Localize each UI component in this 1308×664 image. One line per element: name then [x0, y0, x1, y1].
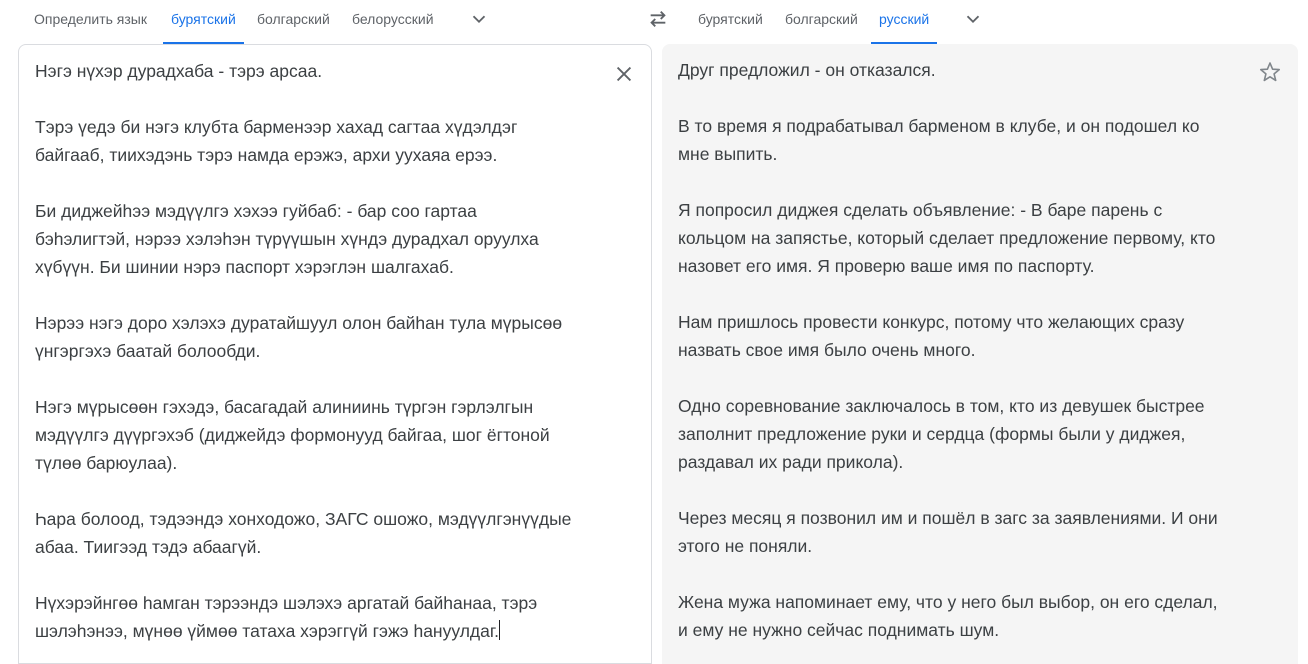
chevron-down-icon[interactable] — [468, 8, 490, 30]
close-icon[interactable] — [613, 63, 635, 85]
target-tab-russian[interactable]: русский — [871, 0, 938, 44]
swap-arrows-icon[interactable] — [646, 8, 670, 30]
source-text[interactable]: Нэгэ нүхэр дурадхаба - тэрэ арсаа. Тэрэ … — [35, 57, 571, 645]
star-icon[interactable] — [1258, 60, 1282, 84]
language-bar: Определить язык бурятский болгарский бел… — [0, 0, 1308, 44]
source-tab-bulgarian[interactable]: болгарский — [257, 0, 330, 42]
target-tab-buryat[interactable]: бурятский — [698, 0, 763, 42]
source-tab-belarusian[interactable]: белорусский — [352, 0, 434, 42]
tab-detect-language[interactable]: Определить язык — [34, 0, 147, 42]
source-text-content: Нэгэ нүхэр дурадхаба - тэрэ арсаа. Тэрэ … — [35, 61, 572, 641]
translation-panel: Друг предложил - он отказался. В то врем… — [662, 44, 1298, 664]
target-tab-bulgarian[interactable]: болгарский — [785, 0, 858, 42]
translation-text: Друг предложил - он отказался. В то врем… — [678, 60, 1218, 640]
source-text-area[interactable]: Нэгэ нүхэр дурадхаба - тэрэ арсаа. Тэрэ … — [18, 44, 652, 664]
chevron-down-icon[interactable] — [962, 8, 984, 30]
text-cursor — [498, 620, 500, 640]
source-tab-buryat[interactable]: бурятский — [163, 0, 244, 44]
